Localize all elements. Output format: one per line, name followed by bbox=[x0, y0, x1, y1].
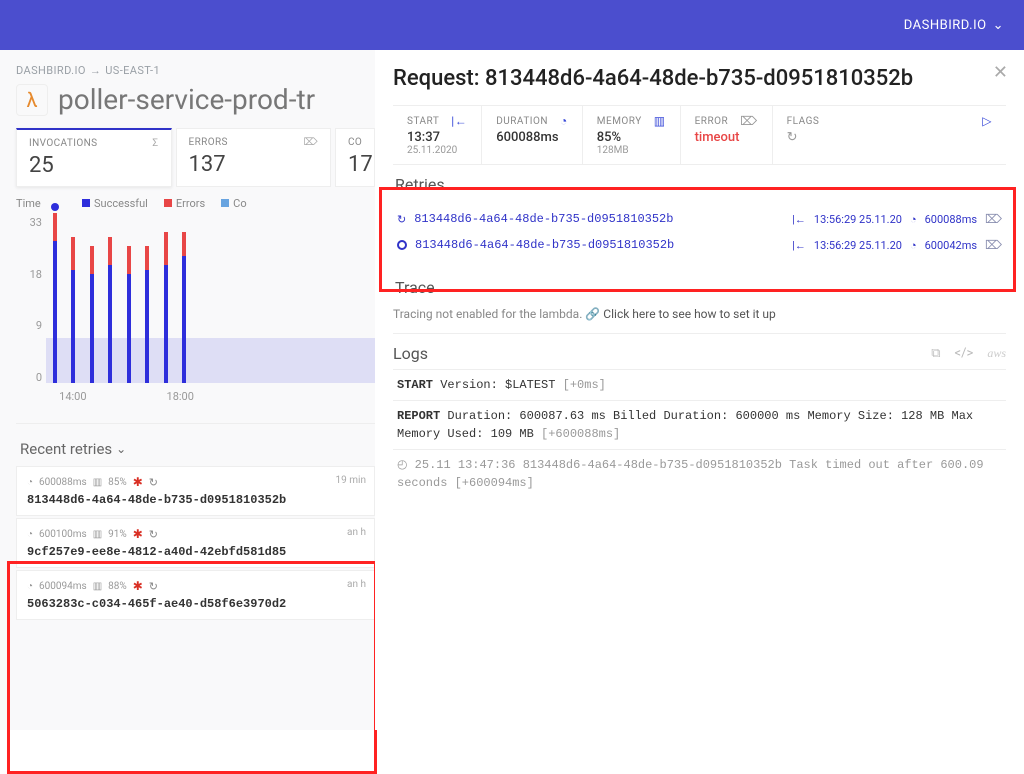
memory-icon: ▥ bbox=[93, 581, 102, 592]
aws-icon[interactable]: aws bbox=[987, 346, 1006, 361]
bug-icon: ⌦ bbox=[985, 212, 1002, 226]
org-menu[interactable]: DASHBIRD.IO⌄ bbox=[904, 18, 1004, 33]
reload-icon: ↻ bbox=[149, 580, 158, 593]
recent-retries-header[interactable]: Recent retries ⌄ bbox=[16, 430, 375, 466]
start-icon: |← bbox=[451, 114, 467, 128]
clock-icon: ◔ bbox=[27, 581, 33, 592]
retry-item[interactable]: ◔600088ms ▥85% ✱ ↻ 19 min 813448d6-4a64-… bbox=[16, 466, 375, 516]
sigma-icon: Σ bbox=[152, 138, 158, 149]
log-line: REPORT Duration: 600087.63 ms Billed Dur… bbox=[393, 400, 1006, 449]
chart-bar bbox=[145, 246, 149, 383]
memory-icon: ▥ bbox=[93, 529, 102, 540]
clock-icon: ◔ bbox=[560, 114, 568, 128]
retry-item[interactable]: ◔600100ms ▥91% ✱ ↻ an h 9cf257e9-ee8e-48… bbox=[16, 518, 375, 568]
chart-bar bbox=[164, 232, 168, 383]
retry-row[interactable]: ↻ 813448d6-4a64-48de-b735-d0951810352b |… bbox=[397, 206, 1002, 232]
clock-icon: ◔ bbox=[27, 477, 33, 488]
retry-row[interactable]: 813448d6-4a64-48de-b735-d0951810352b |←1… bbox=[397, 232, 1002, 258]
breadcrumb: DASHBIRD.IO→US-EAST-1 bbox=[16, 64, 375, 77]
chart-bar bbox=[71, 237, 75, 383]
request-info-row: START|← 13:37 25.11.2020 DURATION◔ 60008… bbox=[393, 105, 1006, 165]
flag-icon[interactable]: ▷ bbox=[982, 114, 992, 128]
code-icon[interactable]: </> bbox=[955, 346, 974, 361]
request-title: Request: 813448d6-4a64-48de-b735-d095181… bbox=[393, 66, 1006, 91]
bug-icon: ✱ bbox=[133, 527, 143, 541]
log-line: ◴ 25.11 13:47:36 813448d6-4a64-48de-b735… bbox=[393, 449, 1006, 498]
bug-icon: ✱ bbox=[133, 475, 143, 489]
topbar: DASHBIRD.IO⌄ bbox=[0, 0, 1024, 50]
chevron-down-icon: ⌄ bbox=[993, 18, 1004, 33]
reload-icon[interactable]: ↻ bbox=[787, 130, 992, 145]
bug-icon: ⌦ bbox=[985, 238, 1002, 252]
trace-message: Tracing not enabled for the lambda. 🔗 Cl… bbox=[393, 303, 1006, 334]
retry-item[interactable]: ◔600094ms ▥88% ✱ ↻ an h 5063283c-c034-46… bbox=[16, 570, 375, 620]
clock-icon: ◔ bbox=[27, 529, 33, 540]
bug-icon: ⌦ bbox=[303, 137, 318, 148]
function-title: poller-service-prod-tr bbox=[58, 83, 315, 116]
chart-bar bbox=[182, 232, 186, 383]
trace-section-title: Trace bbox=[393, 268, 1006, 303]
circle-icon bbox=[397, 240, 407, 250]
reload-icon: ↻ bbox=[397, 213, 406, 226]
lambda-icon: λ bbox=[16, 84, 48, 116]
stat-errors[interactable]: ERRORS⌦ 137 bbox=[176, 128, 332, 187]
bug-icon: ⌦ bbox=[740, 114, 757, 128]
chart-legend: Time Successful Errors Co bbox=[16, 197, 375, 210]
bug-icon: ✱ bbox=[133, 579, 143, 593]
start-icon: |← bbox=[792, 213, 806, 226]
chart-bar bbox=[90, 246, 94, 383]
logs-section-title: Logs bbox=[393, 344, 428, 363]
copy-icon[interactable]: ⧉ bbox=[931, 346, 940, 361]
invocations-chart: 331890 14:0018:00 bbox=[16, 214, 375, 424]
log-line: START Version: $LATEST [+0ms] bbox=[393, 369, 1006, 400]
close-icon[interactable]: ✕ bbox=[993, 62, 1008, 83]
clock-icon: ◔ bbox=[910, 213, 917, 226]
chart-bar bbox=[53, 213, 57, 383]
stat-coldstarts[interactable]: CO 17 bbox=[335, 128, 375, 187]
start-icon: |← bbox=[792, 239, 806, 252]
clock-icon: ◔ bbox=[910, 239, 917, 252]
chart-bar bbox=[108, 237, 112, 383]
chart-bar bbox=[127, 246, 131, 383]
memory-icon: ▥ bbox=[654, 114, 666, 128]
memory-icon: ▥ bbox=[93, 477, 102, 488]
retries-section-title: Retries bbox=[393, 165, 1006, 200]
request-detail-panel: ✕ Request: 813448d6-4a64-48de-b735-d0951… bbox=[375, 50, 1024, 730]
link-icon: 🔗 bbox=[585, 307, 600, 321]
left-panel: DASHBIRD.IO→US-EAST-1 λ poller-service-p… bbox=[0, 50, 375, 730]
reload-icon: ↻ bbox=[149, 528, 158, 541]
trace-setup-link[interactable]: Click here to see how to set it up bbox=[603, 307, 776, 321]
stat-invocations[interactable]: INVOCATIONSΣ 25 bbox=[16, 128, 172, 187]
reload-icon: ↻ bbox=[149, 476, 158, 489]
chevron-down-icon: ⌄ bbox=[116, 442, 126, 456]
